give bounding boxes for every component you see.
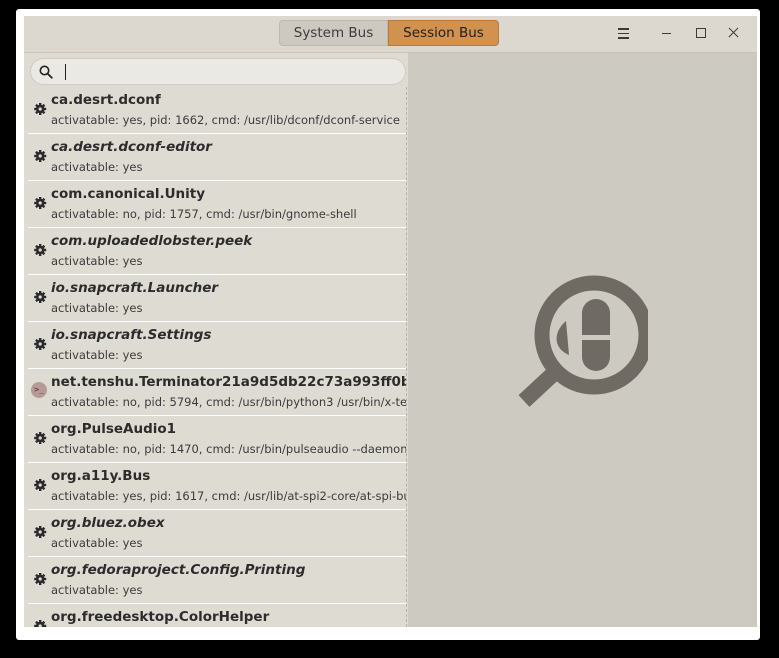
header-bar: System Bus Session Bus: [24, 16, 757, 53]
service-list[interactable]: ca.desrt.dconf activatable: yes, pid: 166…: [28, 87, 407, 627]
service-detail: activatable: yes: [51, 583, 143, 597]
service-row[interactable]: com.canonical.Unity activatable: no, pid:…: [28, 181, 406, 228]
service-name: ca.desrt.dconf: [51, 92, 161, 108]
menu-button[interactable]: [615, 24, 633, 42]
terminal-icon: >_: [31, 382, 47, 398]
service-row[interactable]: io.snapcraft.Launcher activatable: yes: [28, 275, 406, 322]
tab-session-bus[interactable]: Session Bus: [388, 20, 499, 46]
service-row[interactable]: ca.desrt.dconf-editor activatable: yes: [28, 134, 406, 181]
service-detail: activatable: yes: [51, 301, 143, 315]
service-name: com.uploadedlobster.peek: [51, 233, 253, 249]
service-name: org.a11y.Bus: [51, 468, 151, 484]
details-pane: [408, 53, 757, 627]
service-detail: activatable: yes: [51, 536, 143, 550]
dbus-viewer-window: System Bus Session Bus ca.desrt.dconf act…: [24, 16, 757, 627]
service-row[interactable]: io.snapcraft.Settings activatable: yes: [28, 322, 406, 369]
service-row[interactable]: >_ net.tenshu.Terminator21a9d5db22c73a993…: [28, 369, 406, 416]
gear-icon: [34, 338, 47, 350]
service-name: io.snapcraft.Settings: [51, 327, 212, 343]
service-name: org.PulseAudio1: [51, 421, 177, 437]
service-detail: activatable: yes: [51, 348, 143, 362]
d-feet-logo-icon: [518, 275, 648, 407]
service-detail: activatable: yes: [51, 254, 143, 268]
gear-icon: [34, 573, 47, 585]
search-icon: [39, 65, 53, 79]
service-row[interactable]: org.a11y.Bus activatable: yes, pid: 1617,…: [28, 463, 406, 510]
service-name: org.fedoraproject.Config.Printing: [51, 562, 306, 578]
gear-icon: [34, 103, 47, 115]
gear-icon: [34, 620, 47, 627]
service-detail: activatable: no, pid: 5794, cmd: /usr/bi…: [51, 395, 407, 409]
service-list-pane: ca.desrt.dconf activatable: yes, pid: 166…: [24, 53, 408, 627]
gear-icon: [34, 526, 47, 538]
service-row[interactable]: org.freedesktop.ColorHelper: [28, 604, 406, 627]
service-detail: activatable: yes: [51, 160, 143, 174]
service-name: org.freedesktop.ColorHelper: [51, 609, 270, 625]
gear-icon: [34, 432, 47, 444]
service-row[interactable]: org.PulseAudio1 activatable: no, pid: 147…: [28, 416, 406, 463]
service-name: io.snapcraft.Launcher: [51, 280, 219, 296]
service-detail: activatable: yes, pid: 1662, cmd: /usr/l…: [51, 113, 400, 127]
gear-icon: [34, 150, 47, 162]
maximize-button[interactable]: [692, 24, 710, 42]
service-name: net.tenshu.Terminator21a9d5db22c73a993ff…: [51, 374, 407, 390]
gear-icon: [34, 244, 47, 256]
service-name: org.bluez.obex: [51, 515, 165, 531]
service-detail: activatable: yes, pid: 1617, cmd: /usr/l…: [51, 489, 407, 503]
text-caret: [65, 64, 67, 80]
service-row[interactable]: org.fedoraproject.Config.Printing activat…: [28, 557, 406, 604]
service-row[interactable]: ca.desrt.dconf activatable: yes, pid: 166…: [28, 87, 406, 134]
gear-icon: [34, 479, 47, 491]
tab-system-bus[interactable]: System Bus: [279, 20, 388, 46]
service-name: ca.desrt.dconf-editor: [51, 139, 212, 155]
service-name: com.canonical.Unity: [51, 186, 206, 202]
close-button[interactable]: [725, 24, 743, 42]
service-row[interactable]: com.uploadedlobster.peek activatable: yes: [28, 228, 406, 275]
gear-icon: [34, 197, 47, 209]
service-row[interactable]: org.bluez.obex activatable: yes: [28, 510, 406, 557]
minimize-button[interactable]: [658, 24, 676, 42]
search-field[interactable]: [30, 58, 406, 85]
gear-icon: [34, 291, 47, 303]
service-detail: activatable: no, pid: 1757, cmd: /usr/bi…: [51, 207, 357, 221]
service-detail: activatable: no, pid: 1470, cmd: /usr/bi…: [51, 442, 407, 456]
